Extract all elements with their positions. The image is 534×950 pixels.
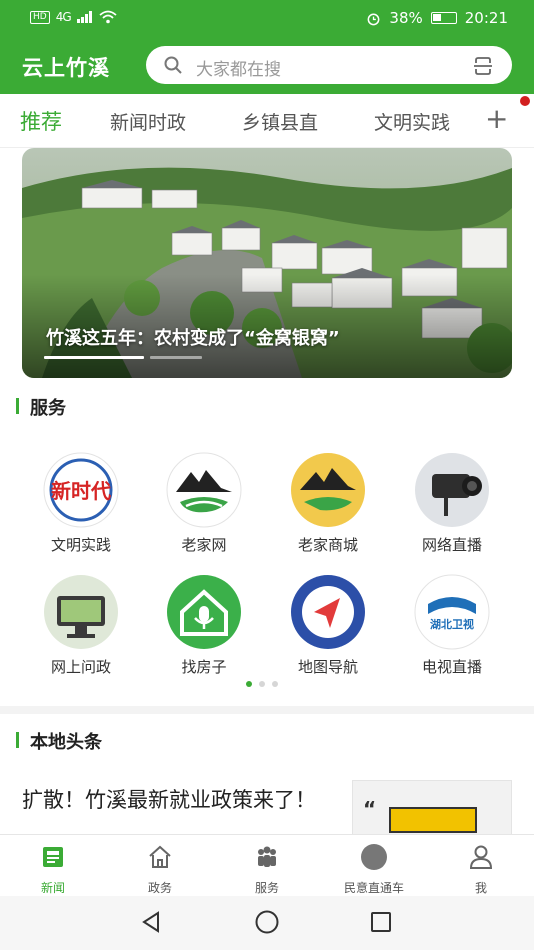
service-tv-live[interactable]: 湖北卫视 电视直播 — [397, 574, 507, 677]
tab-recommend[interactable]: 推荐 — [20, 106, 62, 136]
service-label: 网络直播 — [421, 536, 482, 554]
news-thumbnail[interactable]: “ — [352, 780, 512, 840]
search-bar[interactable]: 大家都在搜 — [146, 46, 512, 84]
channel-tabs: 推荐 新闻时政 乡镇县直 文明实践 + — [0, 94, 534, 148]
wifi-icon — [99, 10, 117, 24]
service-label: 文明实践 — [50, 536, 111, 554]
tab-towns[interactable]: 乡镇县直 — [242, 108, 318, 135]
service-online-inquiry[interactable]: 网上问政 — [26, 574, 136, 677]
recent-apps-icon[interactable] — [369, 910, 393, 934]
hubei-tv-icon: 湖北卫视 — [414, 574, 490, 650]
signal-indicator: 4G — [55, 10, 72, 24]
nav-services[interactable]: 服务 — [222, 843, 312, 896]
wenming-logo-icon: 新时代 — [43, 452, 119, 528]
battery-percent: 38% — [389, 9, 423, 27]
service-label: 老家商城 — [297, 536, 358, 554]
bottom-navigation: 新闻 政务 服务 民意直通车 我 — [0, 834, 534, 896]
service-label: 电视直播 — [421, 658, 482, 676]
public-opinion-icon — [361, 844, 387, 870]
service-people-icon — [258, 846, 276, 867]
hubei-tv-text: 湖北卫视 — [430, 617, 474, 631]
service-find-house[interactable]: 找房子 — [149, 574, 259, 677]
house-mic-icon — [166, 574, 242, 650]
pager-dot — [272, 681, 278, 687]
notification-dot — [520, 96, 530, 106]
section-divider — [0, 706, 534, 714]
nav-label: 我 — [474, 881, 487, 895]
nav-label: 服务 — [254, 881, 279, 895]
pager-dot — [259, 681, 265, 687]
system-navigation-bar — [0, 896, 534, 950]
alarm-icon — [368, 13, 380, 25]
laojia-logo-icon — [166, 452, 242, 528]
tab-news-politics[interactable]: 新闻时政 — [110, 108, 186, 135]
clock: 20:21 — [464, 9, 508, 27]
network-type: HD — [30, 10, 50, 24]
nav-label: 新闻 — [40, 881, 65, 895]
service-label: 地图导航 — [297, 658, 358, 676]
service-map-navigation[interactable]: 地图导航 — [273, 574, 383, 677]
nav-profile[interactable]: 我 — [436, 843, 526, 896]
status-bar: HD 4G 38% 20:21 — [0, 0, 534, 36]
signal-bars-icon — [76, 11, 92, 23]
local-news-title: 本地头条 — [30, 732, 102, 753]
service-label: 找房子 — [181, 658, 227, 676]
monitor-icon — [43, 574, 119, 650]
banner-caption: 竹溪这五年：农村变成了“金窝银窝” — [46, 328, 340, 349]
service-laojia[interactable]: 老家网 — [149, 452, 259, 555]
banner-dot — [150, 356, 202, 359]
section-accent-bar — [16, 732, 19, 748]
pager-dot-active — [246, 681, 252, 687]
wenming-logo-text: 新时代 — [51, 479, 111, 503]
government-icon — [149, 845, 171, 868]
services-pager — [246, 681, 278, 687]
services-section-header: 服务 — [0, 386, 534, 426]
banner-carousel[interactable]: 竹溪这五年：农村变成了“金窝银窝” — [22, 148, 512, 378]
service-wenming[interactable]: 新时代 文明实践 — [26, 452, 136, 555]
service-laojia-mall[interactable]: 老家商城 — [273, 452, 383, 555]
app-header: 云上竹溪 大家都在搜 — [0, 36, 534, 94]
banner-dot-active — [44, 356, 144, 359]
nav-label: 政务 — [147, 881, 172, 895]
battery-icon — [430, 12, 457, 24]
app-title: 云上竹溪 — [22, 56, 110, 80]
news-headline[interactable]: 扩散！竹溪最新就业政策来了！ — [22, 784, 340, 816]
scan-icon[interactable] — [472, 55, 494, 77]
services-title: 服务 — [30, 398, 66, 419]
add-channel-button[interactable]: + — [485, 102, 508, 135]
service-live-stream[interactable]: 网络直播 — [397, 452, 507, 555]
search-icon — [164, 56, 182, 74]
section-accent-bar — [16, 398, 19, 414]
profile-icon — [469, 845, 493, 869]
search-placeholder: 大家都在搜 — [196, 60, 281, 80]
tab-civilization[interactable]: 文明实践 — [374, 108, 450, 135]
thumbnail-sign — [389, 807, 477, 833]
nav-label: 民意直通车 — [343, 881, 404, 895]
news-icon — [43, 847, 63, 867]
nav-public-opinion[interactable]: 民意直通车 — [329, 843, 419, 896]
local-news-section-header: 本地头条 — [0, 720, 534, 760]
back-icon[interactable] — [140, 910, 164, 934]
service-label: 网上问政 — [50, 658, 111, 676]
laojia-mall-icon — [290, 452, 366, 528]
camera-icon — [414, 452, 490, 528]
nav-news[interactable]: 新闻 — [8, 843, 98, 896]
quote-icon: “ — [363, 797, 377, 821]
nav-government[interactable]: 政务 — [115, 843, 205, 896]
banner-indicator — [44, 356, 202, 359]
service-label: 老家网 — [181, 536, 227, 554]
navigation-arrow-icon — [290, 574, 366, 650]
home-icon[interactable] — [254, 909, 280, 935]
